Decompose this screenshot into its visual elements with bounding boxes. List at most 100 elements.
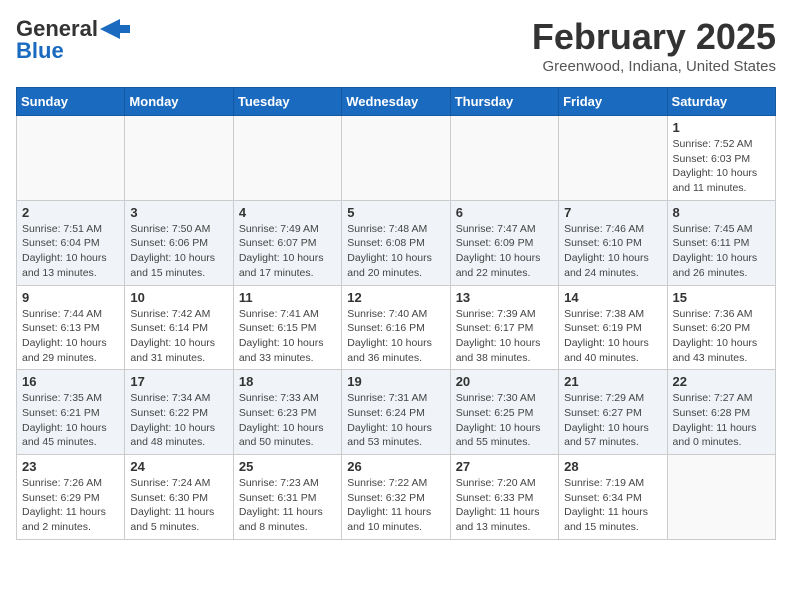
day-number: 16 (22, 374, 119, 389)
logo-arrow-icon (100, 19, 130, 39)
day-info: Sunrise: 7:19 AMSunset: 6:34 PMDaylight:… (564, 476, 661, 535)
weekday-header-saturday: Saturday (667, 88, 775, 116)
calendar-day-empty (233, 116, 341, 201)
day-number: 13 (456, 290, 553, 305)
day-number: 24 (130, 459, 227, 474)
calendar-week-row: 23 Sunrise: 7:26 AMSunset: 6:29 PMDayligh… (17, 455, 776, 540)
day-info: Sunrise: 7:46 AMSunset: 6:10 PMDaylight:… (564, 222, 661, 281)
calendar-week-row: 2 Sunrise: 7:51 AMSunset: 6:04 PMDaylight… (17, 200, 776, 285)
month-title: February 2025 (532, 16, 776, 58)
logo-blue-text: Blue (16, 38, 64, 64)
calendar-day-1: 1 Sunrise: 7:52 AMSunset: 6:03 PMDaylight… (667, 116, 775, 201)
day-info: Sunrise: 7:35 AMSunset: 6:21 PMDaylight:… (22, 391, 119, 450)
weekday-header-wednesday: Wednesday (342, 88, 450, 116)
day-number: 15 (673, 290, 770, 305)
day-number: 20 (456, 374, 553, 389)
day-info: Sunrise: 7:20 AMSunset: 6:33 PMDaylight:… (456, 476, 553, 535)
weekday-header-thursday: Thursday (450, 88, 558, 116)
calendar-day-13: 13 Sunrise: 7:39 AMSunset: 6:17 PMDayligh… (450, 285, 558, 370)
day-info: Sunrise: 7:50 AMSunset: 6:06 PMDaylight:… (130, 222, 227, 281)
calendar-table: SundayMondayTuesdayWednesdayThursdayFrid… (16, 87, 776, 540)
weekday-header-row: SundayMondayTuesdayWednesdayThursdayFrid… (17, 88, 776, 116)
day-number: 3 (130, 205, 227, 220)
calendar-day-7: 7 Sunrise: 7:46 AMSunset: 6:10 PMDaylight… (559, 200, 667, 285)
calendar-day-10: 10Sunrise: 7:42 AMSunset: 6:14 PMDayligh… (125, 285, 233, 370)
day-number: 1 (673, 120, 770, 135)
day-info: Sunrise: 7:27 AMSunset: 6:28 PMDaylight:… (673, 391, 770, 450)
calendar-day-25: 25 Sunrise: 7:23 AMSunset: 6:31 PMDayligh… (233, 455, 341, 540)
day-number: 23 (22, 459, 119, 474)
day-number: 25 (239, 459, 336, 474)
day-info: Sunrise: 7:44 AMSunset: 6:13 PMDaylight:… (22, 307, 119, 366)
calendar-day-empty (450, 116, 558, 201)
day-info: Sunrise: 7:41 AMSunset: 6:15 PMDaylight:… (239, 307, 336, 366)
day-info: Sunrise: 7:40 AMSunset: 6:16 PMDaylight:… (347, 307, 444, 366)
calendar-day-9: 9 Sunrise: 7:44 AMSunset: 6:13 PMDaylight… (17, 285, 125, 370)
day-info: Sunrise: 7:34 AMSunset: 6:22 PMDaylight:… (130, 391, 227, 450)
calendar-day-26: 26Sunrise: 7:22 AMSunset: 6:32 PMDayligh… (342, 455, 450, 540)
calendar-day-6: 6 Sunrise: 7:47 AMSunset: 6:09 PMDaylight… (450, 200, 558, 285)
calendar-day-22: 22 Sunrise: 7:27 AMSunset: 6:28 PMDayligh… (667, 370, 775, 455)
day-info: Sunrise: 7:49 AMSunset: 6:07 PMDaylight:… (239, 222, 336, 281)
calendar-day-16: 16 Sunrise: 7:35 AMSunset: 6:21 PMDayligh… (17, 370, 125, 455)
day-info: Sunrise: 7:48 AMSunset: 6:08 PMDaylight:… (347, 222, 444, 281)
day-info: Sunrise: 7:51 AMSunset: 6:04 PMDaylight:… (22, 222, 119, 281)
day-info: Sunrise: 7:47 AMSunset: 6:09 PMDaylight:… (456, 222, 553, 281)
day-number: 6 (456, 205, 553, 220)
day-info: Sunrise: 7:31 AMSunset: 6:24 PMDaylight:… (347, 391, 444, 450)
day-info: Sunrise: 7:22 AMSunset: 6:32 PMDaylight:… (347, 476, 444, 535)
calendar-day-empty (667, 455, 775, 540)
calendar-week-row: 1 Sunrise: 7:52 AMSunset: 6:03 PMDaylight… (17, 116, 776, 201)
calendar-day-4: 4 Sunrise: 7:49 AMSunset: 6:07 PMDaylight… (233, 200, 341, 285)
calendar-day-20: 20Sunrise: 7:30 AMSunset: 6:25 PMDayligh… (450, 370, 558, 455)
calendar-day-5: 5 Sunrise: 7:48 AMSunset: 6:08 PMDaylight… (342, 200, 450, 285)
calendar-day-14: 14Sunrise: 7:38 AMSunset: 6:19 PMDayligh… (559, 285, 667, 370)
day-number: 8 (673, 205, 770, 220)
day-number: 11 (239, 290, 336, 305)
day-info: Sunrise: 7:42 AMSunset: 6:14 PMDaylight:… (130, 307, 227, 366)
logo: General Blue (16, 16, 130, 64)
page-header: General Blue February 2025 Greenwood, In… (16, 16, 776, 75)
day-number: 28 (564, 459, 661, 474)
day-number: 2 (22, 205, 119, 220)
weekday-header-tuesday: Tuesday (233, 88, 341, 116)
day-info: Sunrise: 7:52 AMSunset: 6:03 PMDaylight:… (673, 137, 770, 196)
weekday-header-monday: Monday (125, 88, 233, 116)
calendar-day-17: 17 Sunrise: 7:34 AMSunset: 6:22 PMDayligh… (125, 370, 233, 455)
day-number: 22 (673, 374, 770, 389)
day-info: Sunrise: 7:39 AMSunset: 6:17 PMDaylight:… (456, 307, 553, 366)
day-info: Sunrise: 7:29 AMSunset: 6:27 PMDaylight:… (564, 391, 661, 450)
calendar-day-3: 3 Sunrise: 7:50 AMSunset: 6:06 PMDaylight… (125, 200, 233, 285)
day-number: 9 (22, 290, 119, 305)
day-info: Sunrise: 7:23 AMSunset: 6:31 PMDaylight:… (239, 476, 336, 535)
calendar-day-19: 19Sunrise: 7:31 AMSunset: 6:24 PMDayligh… (342, 370, 450, 455)
calendar-day-12: 12Sunrise: 7:40 AMSunset: 6:16 PMDayligh… (342, 285, 450, 370)
calendar-day-empty (342, 116, 450, 201)
title-block: February 2025 Greenwood, Indiana, United… (532, 16, 776, 75)
day-info: Sunrise: 7:36 AMSunset: 6:20 PMDaylight:… (673, 307, 770, 366)
day-number: 18 (239, 374, 336, 389)
calendar-week-row: 16 Sunrise: 7:35 AMSunset: 6:21 PMDayligh… (17, 370, 776, 455)
day-number: 5 (347, 205, 444, 220)
weekday-header-sunday: Sunday (17, 88, 125, 116)
day-info: Sunrise: 7:26 AMSunset: 6:29 PMDaylight:… (22, 476, 119, 535)
calendar-day-21: 21Sunrise: 7:29 AMSunset: 6:27 PMDayligh… (559, 370, 667, 455)
calendar-day-23: 23 Sunrise: 7:26 AMSunset: 6:29 PMDayligh… (17, 455, 125, 540)
day-number: 17 (130, 374, 227, 389)
calendar-day-8: 8Sunrise: 7:45 AMSunset: 6:11 PMDaylight… (667, 200, 775, 285)
calendar-week-row: 9 Sunrise: 7:44 AMSunset: 6:13 PMDaylight… (17, 285, 776, 370)
day-info: Sunrise: 7:24 AMSunset: 6:30 PMDaylight:… (130, 476, 227, 535)
day-number: 14 (564, 290, 661, 305)
calendar-day-15: 15 Sunrise: 7:36 AMSunset: 6:20 PMDayligh… (667, 285, 775, 370)
calendar-day-11: 11 Sunrise: 7:41 AMSunset: 6:15 PMDayligh… (233, 285, 341, 370)
calendar-day-2: 2 Sunrise: 7:51 AMSunset: 6:04 PMDaylight… (17, 200, 125, 285)
day-number: 27 (456, 459, 553, 474)
calendar-day-empty (559, 116, 667, 201)
calendar-day-18: 18Sunrise: 7:33 AMSunset: 6:23 PMDayligh… (233, 370, 341, 455)
weekday-header-friday: Friday (559, 88, 667, 116)
day-number: 4 (239, 205, 336, 220)
day-number: 7 (564, 205, 661, 220)
location: Greenwood, Indiana, United States (532, 58, 776, 75)
calendar-day-empty (17, 116, 125, 201)
calendar-day-empty (125, 116, 233, 201)
